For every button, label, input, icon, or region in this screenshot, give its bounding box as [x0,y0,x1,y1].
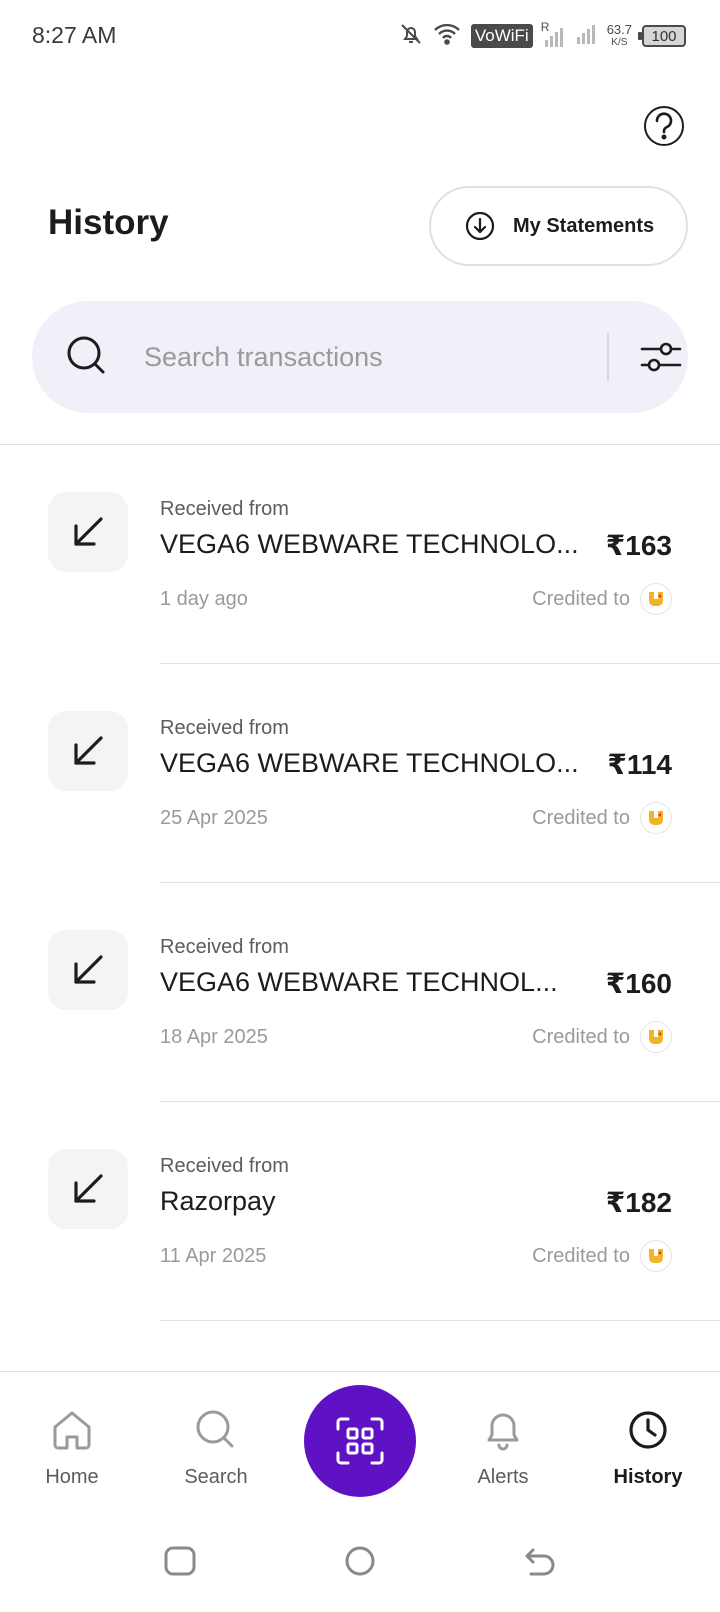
search-input[interactable] [144,331,584,383]
received-icon-box [48,1149,128,1229]
transaction-name: VEGA6 WEBWARE TECHNOLO... [160,529,579,559]
transaction-row[interactable]: Received from VEGA6 WEBWARE TECHNOLO... … [0,445,720,664]
nav-alerts[interactable]: Alerts [443,1372,563,1502]
transaction-label: Received from [160,1155,289,1177]
bell-muted-icon [399,22,423,51]
download-circle-icon [465,211,495,241]
search-bar [32,301,688,413]
transaction-date: 11 Apr 2025 [160,1245,267,1267]
signal-icon-2 [575,23,597,50]
transaction-name: VEGA6 WEBWARE TECHNOLO... [160,748,579,778]
transaction-amount: ₹160 [605,968,672,999]
home-icon [53,1411,91,1450]
system-nav-bar [0,1501,720,1612]
transaction-row[interactable]: Received from Razorpay ₹182 11 Apr 2025 … [0,1102,720,1321]
bank-logo-icon [640,583,672,615]
clock-icon [629,1411,667,1449]
received-icon-box [48,492,128,572]
transaction-row[interactable]: Received from VEGA6 WEBWARE TECHNOL... ₹… [0,883,720,1102]
row-divider [160,1320,720,1321]
question-icon [655,112,673,140]
help-button[interactable] [644,106,684,146]
nav-history[interactable]: History [588,1372,708,1502]
qr-scan-icon [336,1417,384,1465]
search-icon [196,1410,234,1448]
home-circle-icon[interactable] [343,1545,377,1577]
bank-logo-icon [640,802,672,834]
nav-home[interactable]: Home [12,1372,132,1502]
roaming-indicator: R [540,20,550,34]
arrow-down-left-icon [74,955,103,984]
transaction-name: VEGA6 WEBWARE TECHNOL... [160,967,558,997]
transaction-list: Received from VEGA6 WEBWARE TECHNOLO... … [0,445,720,1321]
network-speed: 63.7 K/S [606,22,632,48]
nav-home-label: Home [45,1466,99,1488]
transaction-amount: ₹182 [605,1187,672,1218]
filter-icon[interactable] [640,339,682,375]
credited-label: Credited to [532,1025,630,1048]
transaction-name: Razorpay [160,1186,276,1216]
credited-to: Credited to [532,1240,672,1272]
bottom-nav: Home Search Alerts History [0,1371,720,1501]
credited-label: Credited to [532,1244,630,1267]
transaction-date: 18 Apr 2025 [160,1026,268,1048]
status-icons: VoWiFi R 63.7 K/S 100 [399,20,686,52]
signal-icon: R [541,20,565,48]
nav-search-label: Search [184,1466,248,1488]
credited-to: Credited to [532,1021,672,1053]
credited-label: Credited to [532,806,630,829]
bank-logo-icon [640,1021,672,1053]
vowifi-badge: VoWiFi [470,24,533,48]
nav-search[interactable]: Search [156,1372,276,1502]
page-title: History [48,203,169,242]
arrow-down-left-icon [74,517,103,546]
transaction-row[interactable]: Received from VEGA6 WEBWARE TECHNOLO... … [0,664,720,883]
arrow-down-left-icon [74,1174,103,1203]
credited-to: Credited to [532,802,672,834]
transaction-date: 25 Apr 2025 [160,807,268,829]
status-bar: 8:27 AM VoWiFi R 63.7 K/S 100 [0,0,720,72]
transaction-amount: ₹114 [607,749,672,780]
scan-qr-button[interactable] [304,1385,416,1497]
bell-icon [487,1413,519,1451]
my-statements-button[interactable]: My Statements [429,186,688,266]
received-icon-box [48,930,128,1010]
status-time: 8:27 AM [32,22,117,48]
nav-history-label: History [613,1466,683,1488]
transaction-label: Received from [160,717,289,739]
arrow-down-left-icon [74,736,103,765]
battery-indicator: 100 [638,25,686,47]
recent-apps-icon[interactable] [163,1545,197,1577]
transaction-amount: ₹163 [605,530,672,561]
search-icon [67,336,105,374]
transaction-label: Received from [160,498,289,520]
bank-logo-icon [640,1240,672,1272]
transaction-label: Received from [160,936,289,958]
wifi-icon [433,22,461,51]
transaction-date: 1 day ago [160,588,248,610]
search-divider [607,333,609,381]
credited-label: Credited to [532,587,630,610]
back-icon[interactable] [523,1545,557,1577]
nav-alerts-label: Alerts [477,1466,529,1488]
my-statements-label: My Statements [513,214,655,237]
credited-to: Credited to [532,583,672,615]
received-icon-box [48,711,128,791]
